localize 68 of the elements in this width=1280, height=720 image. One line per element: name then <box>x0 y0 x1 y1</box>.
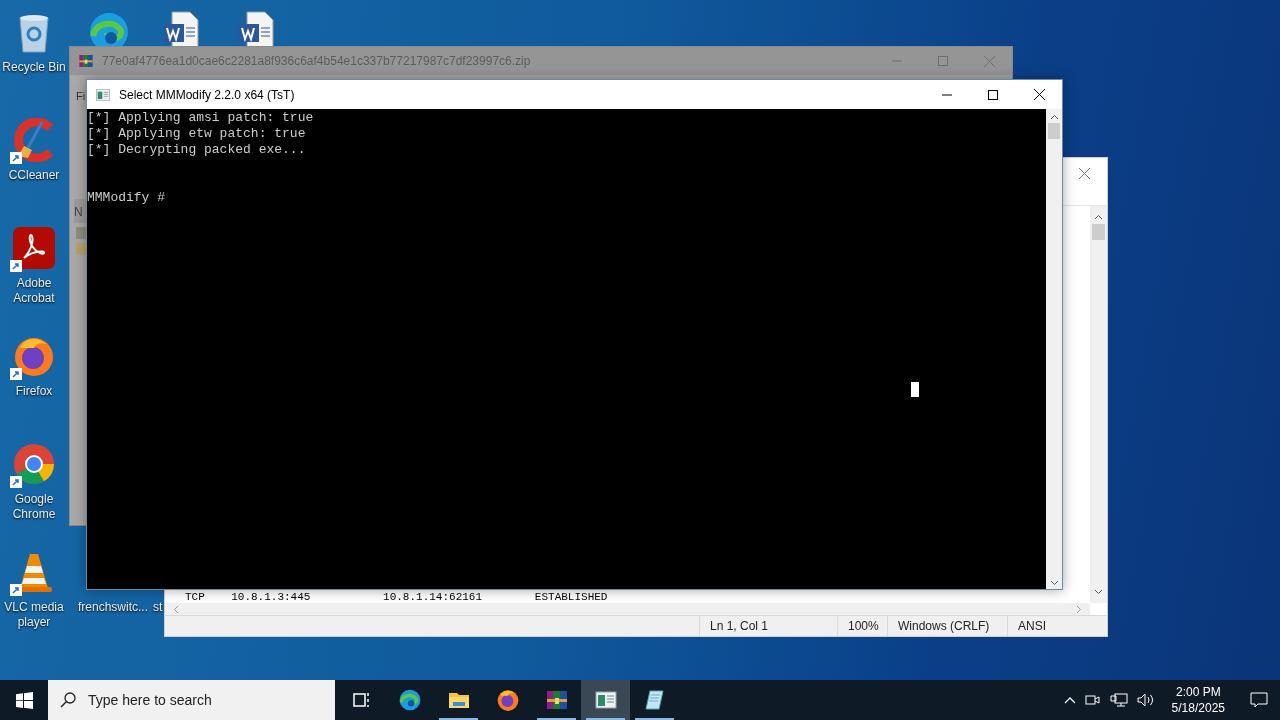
status-text: Ln 1, Col 1 <box>699 616 837 636</box>
console-line: [*] Decrypting packed exe... <box>87 142 307 158</box>
console-line: [*] Applying amsi patch: true <box>87 110 315 126</box>
scrollbar-thumb[interactable] <box>1092 224 1105 240</box>
close-icon <box>1078 167 1090 179</box>
vertical-scrollbar[interactable] <box>1090 206 1107 603</box>
window-title: 77e0af4776ea1d0cae6c2281a8f936c6af4b54e1c337b77217987c7df23997c6.zip <box>102 53 532 70</box>
close-icon <box>983 55 995 67</box>
edge-browser-icon[interactable] <box>397 688 422 712</box>
file-icon <box>76 227 86 239</box>
text-cursor <box>911 382 919 397</box>
windows-logo-icon <box>15 691 33 709</box>
archive-books-icon[interactable] <box>78 53 94 69</box>
shortcut-arrow-icon <box>10 476 22 488</box>
chrome-icon <box>12 442 56 486</box>
scroll-up-icon[interactable] <box>1094 214 1103 220</box>
desktop-icon-label[interactable]: Adobe Acrobat <box>0 276 68 306</box>
window-icon[interactable] <box>95 86 111 103</box>
scroll-down-icon[interactable] <box>1094 589 1103 595</box>
scrollbar-thumb[interactable] <box>1048 123 1060 139</box>
column-header: N <box>74 205 83 219</box>
clock-date[interactable]: 5/18/2025 <box>1171 700 1225 716</box>
window-icon[interactable] <box>593 688 618 712</box>
status-text: Windows (CRLF) <box>887 616 1007 636</box>
shortcut-arrow-icon <box>10 368 22 380</box>
search-input[interactable]: Type here to search <box>88 689 308 711</box>
desktop-icon-label[interactable]: Firefox <box>15 384 53 399</box>
maximize-icon <box>938 56 948 66</box>
notepad-icon[interactable] <box>642 688 667 712</box>
window-title: Select MMModify 2.2.0 x64 (TsT) <box>119 86 296 104</box>
archive-books-icon[interactable] <box>544 688 569 712</box>
search-field[interactable]: Type here to search <box>48 680 335 720</box>
folder-icon <box>76 243 86 255</box>
desktop-icon-label[interactable]: CCleaner <box>8 168 60 183</box>
status-text: ANSI <box>1007 616 1107 636</box>
running-indicator <box>635 718 674 720</box>
console-line: [*] Applying etw patch: true <box>87 126 307 142</box>
chevron-up-icon[interactable] <box>1063 696 1076 704</box>
running-indicator <box>439 718 478 720</box>
status-text: 100% <box>837 616 887 636</box>
volume-icon[interactable] <box>1136 692 1155 708</box>
text-line: TCP 10.8.1.3:445 10.8.1.14:62161 ESTABLISHED <box>185 591 608 603</box>
firefox-icon[interactable] <box>495 688 520 712</box>
shortcut-arrow-icon <box>10 584 22 596</box>
shortcut-arrow-icon <box>10 260 22 272</box>
scroll-down-icon[interactable] <box>1049 580 1059 586</box>
network-icon[interactable] <box>1109 692 1128 708</box>
task-view-icon[interactable] <box>350 690 371 710</box>
desktop-icon-label[interactable]: VLC media player <box>0 600 68 630</box>
camera-icon[interactable] <box>1084 692 1101 708</box>
clock-time[interactable]: 2:00 PM <box>1175 684 1221 700</box>
console-prompt: MMModify # <box>87 190 165 206</box>
desktop-icon-label[interactable]: Google Chrome <box>0 492 68 522</box>
maximize-icon <box>988 89 998 100</box>
desktop-icon-label[interactable]: st <box>153 600 163 615</box>
desktop-icon-label[interactable]: Recycle Bin <box>2 60 66 75</box>
running-indicator <box>537 718 576 720</box>
menu-item[interactable]: Fi <box>76 90 86 102</box>
running-indicator <box>586 718 625 720</box>
notification-icon[interactable] <box>1250 691 1268 709</box>
shortcut-arrow-icon <box>10 152 22 164</box>
search-icon <box>60 692 76 708</box>
acrobat-icon <box>12 226 56 270</box>
desktop-icon-label[interactable]: frenchswitc... <box>78 600 149 615</box>
vertical-scrollbar[interactable] <box>1046 109 1062 589</box>
scroll-up-icon[interactable] <box>1049 114 1059 120</box>
close-icon <box>1033 89 1045 100</box>
ccleaner-icon <box>12 118 56 162</box>
